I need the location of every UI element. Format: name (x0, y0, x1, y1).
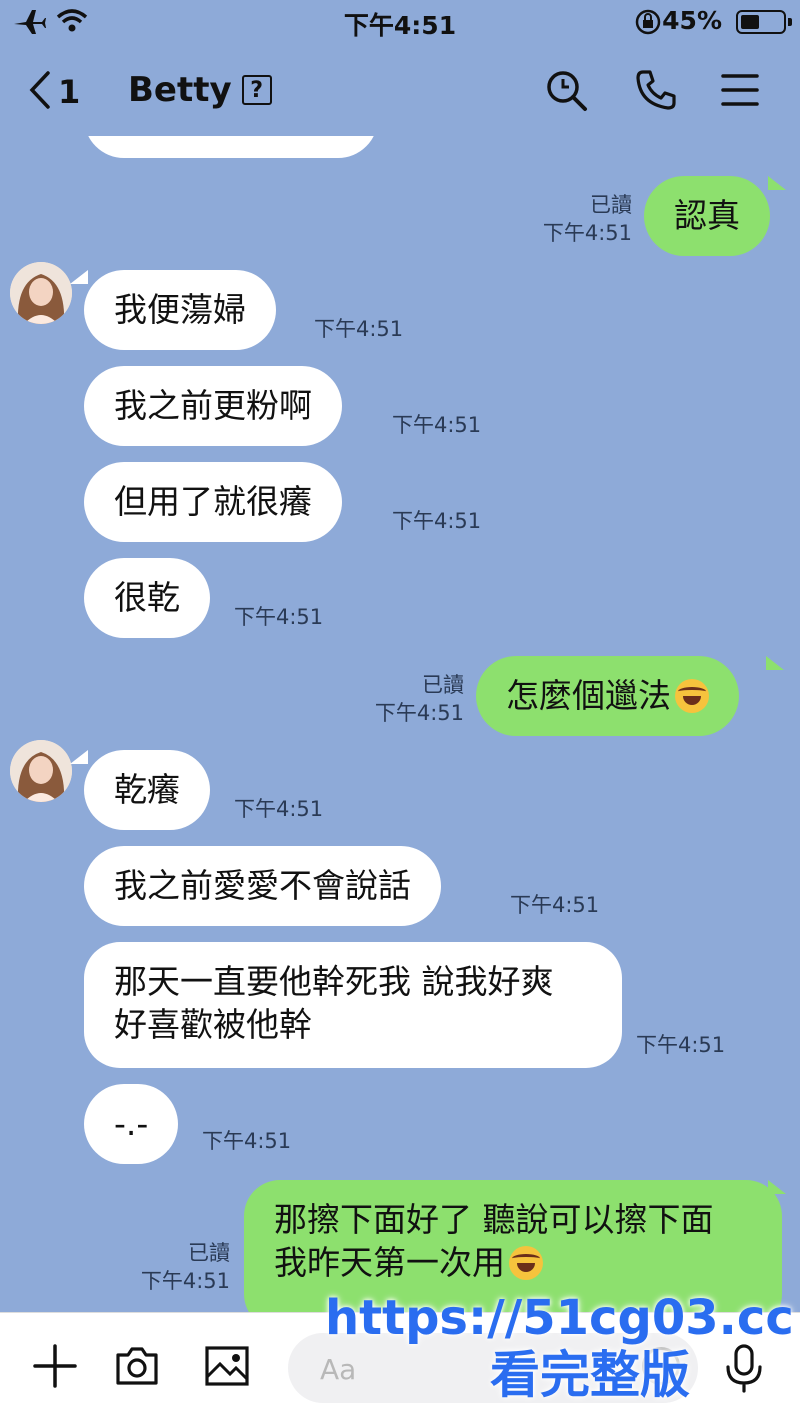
message-time: 下午4:51 (510, 893, 600, 917)
bubble-tail (766, 656, 784, 670)
battery-percent: 45% (662, 6, 722, 35)
message-time: 下午4:51 (314, 317, 404, 341)
battery-fill (741, 15, 759, 29)
bubble-tail (70, 270, 88, 284)
chat-area[interactable]: 已讀 下午4:51 認真 我便蕩婦 下午4:51 我之前更粉啊 下午4:51 但… (0, 136, 800, 1312)
smiley-icon[interactable] (642, 1347, 680, 1385)
message-text: 我便蕩婦 (114, 290, 246, 329)
message-text: 我之前愛愛不會說話 (114, 866, 411, 905)
message-bubble-incoming[interactable]: 很乾 (84, 558, 210, 638)
back-button[interactable]: 1 (28, 70, 80, 114)
message-bubble-outgoing[interactable]: 怎麼個邋法 (476, 656, 739, 736)
message-time: 下午4:51 (374, 701, 464, 725)
message-text: 那天一直要他幹死我 說我好爽 好喜歡被他幹 (114, 962, 554, 1044)
read-receipt: 已讀 (590, 193, 632, 217)
message-time: 下午4:51 (542, 221, 632, 245)
message-time: 下午4:51 (202, 1129, 292, 1153)
battery-icon (736, 10, 792, 34)
camera-icon[interactable] (114, 1343, 160, 1393)
composer-bar: Aa (0, 1312, 800, 1423)
menu-icon[interactable] (720, 68, 760, 116)
message-time: 下午4:51 (234, 797, 324, 821)
message-input[interactable]: Aa (288, 1333, 698, 1403)
image-icon[interactable] (204, 1343, 250, 1393)
phone-icon[interactable] (634, 68, 678, 116)
read-receipt: 已讀 (422, 673, 464, 697)
message-bubble-outgoing[interactable]: 認真 (644, 176, 770, 256)
unknown-friend-badge: ? (241, 75, 272, 105)
message-text: 很乾 (114, 578, 180, 617)
message-text: 怎麼個邋法 (506, 676, 671, 715)
message-text: -.- (114, 1104, 149, 1143)
message-text: 我之前更粉啊 (114, 386, 312, 425)
message-time: 下午4:51 (234, 605, 324, 629)
previous-message-bubble[interactable] (84, 136, 378, 158)
message-bubble-incoming[interactable]: 我便蕩婦 (84, 270, 276, 350)
status-bar: 下午4:51 45% (0, 0, 800, 46)
rotation-lock-icon (634, 8, 662, 40)
bubble-tail (70, 750, 88, 764)
message-time: 下午4:51 (636, 1033, 726, 1057)
bubble-tail (768, 1180, 786, 1194)
tears-of-joy-emoji (509, 1246, 543, 1280)
chevron-left-icon (28, 70, 52, 114)
microphone-icon[interactable] (722, 1343, 766, 1397)
bubble-tail (768, 176, 786, 190)
message-bubble-incoming[interactable]: -.- (84, 1084, 179, 1164)
battery-nub (788, 18, 792, 26)
message-time: 下午4:51 (392, 413, 482, 437)
message-bubble-incoming[interactable]: 那天一直要他幹死我 說我好爽 好喜歡被他幹 (84, 942, 622, 1068)
message-bubble-incoming[interactable]: 我之前愛愛不會說話 (84, 846, 441, 926)
contact-name: Betty (128, 70, 232, 110)
message-bubble-incoming[interactable]: 但用了就很癢 (84, 462, 342, 542)
chat-title[interactable]: Betty ? (128, 70, 272, 110)
search-icon[interactable] (544, 68, 588, 116)
message-text: 但用了就很癢 (114, 482, 312, 521)
read-receipt: 已讀 (188, 1241, 230, 1265)
chat-header: 1 Betty ? (0, 46, 800, 136)
message-bubble-incoming[interactable]: 我之前更粉啊 (84, 366, 342, 446)
plus-icon[interactable] (32, 1343, 78, 1393)
unread-count: 1 (58, 73, 81, 111)
message-text: 那擦下面好了 聽說可以擦下面 我昨天第一次用 (274, 1200, 714, 1282)
message-text: 認真 (674, 196, 740, 235)
message-time: 下午4:51 (392, 509, 482, 533)
message-bubble-incoming[interactable]: 乾癢 (84, 750, 210, 830)
message-time: 下午4:51 (140, 1269, 230, 1293)
message-text: 乾癢 (114, 770, 180, 809)
avatar[interactable] (10, 740, 72, 802)
message-input-placeholder: Aa (320, 1353, 357, 1386)
tears-of-joy-emoji (675, 679, 709, 713)
avatar[interactable] (10, 262, 72, 324)
message-bubble-outgoing[interactable]: 那擦下面好了 聽說可以擦下面 我昨天第一次用 (244, 1180, 782, 1312)
